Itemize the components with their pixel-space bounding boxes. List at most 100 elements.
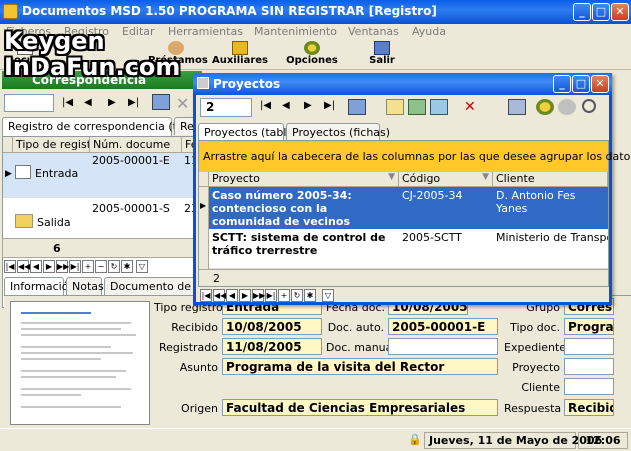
table-row[interactable]: ▶ Entrada 2005-00001-E 11 [3,153,201,197]
column-header-proyecto[interactable]: Proyecto ▼ [209,172,399,187]
table-row[interactable]: SCTT: sistema de control de tráfico trer… [199,229,608,269]
registro-record-field[interactable] [4,94,54,112]
nav-prev-icon[interactable]: ◀ [84,97,92,108]
cell-tipo: Entrada [35,167,79,180]
exit-icon [374,41,390,55]
field-doc-auto[interactable]: 2005-00001-E [388,318,498,335]
tab-proyectos-fichas[interactable]: Proyectos (fichas) [286,123,390,141]
row-pointer: ▶ [199,187,209,229]
search-icon[interactable] [582,99,596,113]
row-indicator-header [3,137,13,153]
close-button[interactable]: ✕ [611,3,629,21]
cell-num: 2005-00001-S [92,202,170,215]
label-cliente: Cliente [521,381,560,394]
label-tipo-doc: Tipo doc. [510,321,560,334]
label-expediente: Expediente [504,341,567,354]
nav-next-page-icon[interactable]: ▶▶ [252,289,265,302]
proyectos-record-field[interactable]: 2 [200,98,252,117]
column-header-cliente[interactable]: Cliente [493,172,608,187]
field-registrado[interactable]: 11/08/2005 [222,338,322,355]
nav-first-icon[interactable]: |◀ [62,97,73,108]
label-origen: Origen [181,402,218,415]
nav-prev-page-icon[interactable]: ◀◀ [17,260,30,273]
nav-last-icon[interactable]: ▶| [69,260,81,273]
nav-refresh-icon[interactable]: ↻ [291,289,303,302]
field-tipo-doc[interactable]: Prograr [564,318,614,335]
field-respuesta[interactable]: Recibid [564,399,614,416]
column-header-codigo[interactable]: Código ▼ [399,172,493,187]
copy-record-icon[interactable] [430,99,448,115]
table-row[interactable]: ▶ Caso número 2005-34: contencioso con l… [199,187,608,229]
menu-ventanas[interactable]: Ventanas [348,25,399,38]
column-header-tipo[interactable]: Tipo de regist [13,137,90,153]
nav-insert-icon[interactable]: + [82,260,94,273]
nav-filter-icon[interactable]: ▽ [322,289,334,302]
edit-icon[interactable] [152,94,170,110]
field-expediente[interactable] [564,338,614,355]
nav-first-icon[interactable]: |◀ [4,260,16,273]
label-doc-auto: Doc. auto. [327,321,384,334]
nav-next-icon[interactable]: ▶ [43,260,55,273]
delete-icon[interactable]: ✕ [464,99,482,115]
cell-cliente: D. Antonio Fes Yanes [493,187,608,229]
column-header-num[interactable]: Núm. docume [90,137,182,153]
proyectos-panel: Arrastre aquí la cabecera de las columna… [198,140,631,287]
proyectos-window: Proyectos _ □ ✕ 2 |◀ ◀ ▶ ▶| ✕ Proyectos … [193,73,631,305]
opciones-button[interactable]: Opciones [286,40,338,70]
print-icon[interactable] [508,99,526,115]
nav-next-icon[interactable]: ▶ [108,97,116,108]
tab-informacion[interactable]: Información [4,277,75,296]
nav-last-icon[interactable]: ▶| [265,289,277,302]
cell-cliente: Ministerio de Transportes [496,231,608,244]
cell-num: 2005-00001-E [92,154,170,167]
nav-prev-icon[interactable]: ◀ [282,100,290,111]
field-origen[interactable]: Facultad de Ciencias Empresariales [222,399,498,416]
nav-last-icon[interactable]: ▶| [128,97,139,108]
tab-notas[interactable]: Notas [66,277,104,295]
nav-next-page-icon[interactable]: ▶▶ [56,260,69,273]
field-doc-manual[interactable] [388,338,498,355]
group-by-bar[interactable]: Arrastre aquí la cabecera de las columna… [199,141,631,172]
nav-bookmark-icon[interactable]: ✱ [121,260,133,273]
nav-prev-page-icon[interactable]: ◀◀ [213,289,226,302]
menu-ayuda[interactable]: Ayuda [412,25,446,38]
nav-bookmark-icon[interactable]: ✱ [304,289,316,302]
nav-refresh-icon[interactable]: ↻ [108,260,120,273]
field-proyecto[interactable] [564,358,614,375]
proyectos-maximize-button[interactable]: □ [572,75,590,93]
salir-label: Salir [369,55,395,66]
opciones-label: Opciones [286,55,338,66]
proyectos-titlebar[interactable]: Proyectos _ □ ✕ [193,73,612,95]
registro-nav-strip: |◀ ◀◀ ◀ ▶ ▶▶ ▶| + − ↻ ✱ ▽ [4,260,200,274]
nav-first-icon[interactable]: |◀ [200,289,212,302]
nav-delete-icon[interactable]: − [95,260,107,273]
nav-next-icon[interactable]: ▶ [304,100,312,111]
salir-button[interactable]: Salir [362,40,402,70]
edit-record-icon[interactable] [386,99,404,115]
maximize-button[interactable]: □ [592,3,610,21]
nav-filter-icon[interactable]: ▽ [136,260,148,273]
nav-first-icon[interactable]: |◀ [260,100,271,111]
window-titlebar[interactable]: Documentos MSD 1.50 PROGRAMA SIN REGISTR… [0,0,631,24]
nav-prev-icon[interactable]: ◀ [226,289,238,302]
auxiliares-button[interactable]: Auxiliares [212,40,268,70]
edit-icon[interactable] [348,99,366,115]
nav-prev-icon[interactable]: ◀ [30,260,42,273]
field-asunto[interactable]: Programa de la visita del Rector [222,358,498,375]
menu-mantenimiento[interactable]: Mantenimiento [254,25,337,38]
add-record-icon[interactable] [408,99,426,115]
proyectos-count: 2 [213,272,220,285]
nav-insert-icon[interactable]: + [278,289,290,302]
nav-next-icon[interactable]: ▶ [239,289,251,302]
field-cliente[interactable] [564,378,614,395]
filter-icon[interactable] [558,99,576,115]
delete-icon[interactable]: ✕ [176,94,194,113]
nav-last-icon[interactable]: ▶| [324,100,335,111]
minimize-button[interactable]: _ [573,3,591,21]
tab-registro-tabla[interactable]: Registro de correspondencia (tabla) [2,117,205,136]
options-icon[interactable] [536,99,554,115]
proyectos-close-button[interactable]: ✕ [591,75,609,93]
proyectos-minimize-button[interactable]: _ [553,75,571,93]
tab-documento-texto[interactable]: Documento de text [104,277,200,295]
field-recibido[interactable]: 10/08/2005 [222,318,322,335]
